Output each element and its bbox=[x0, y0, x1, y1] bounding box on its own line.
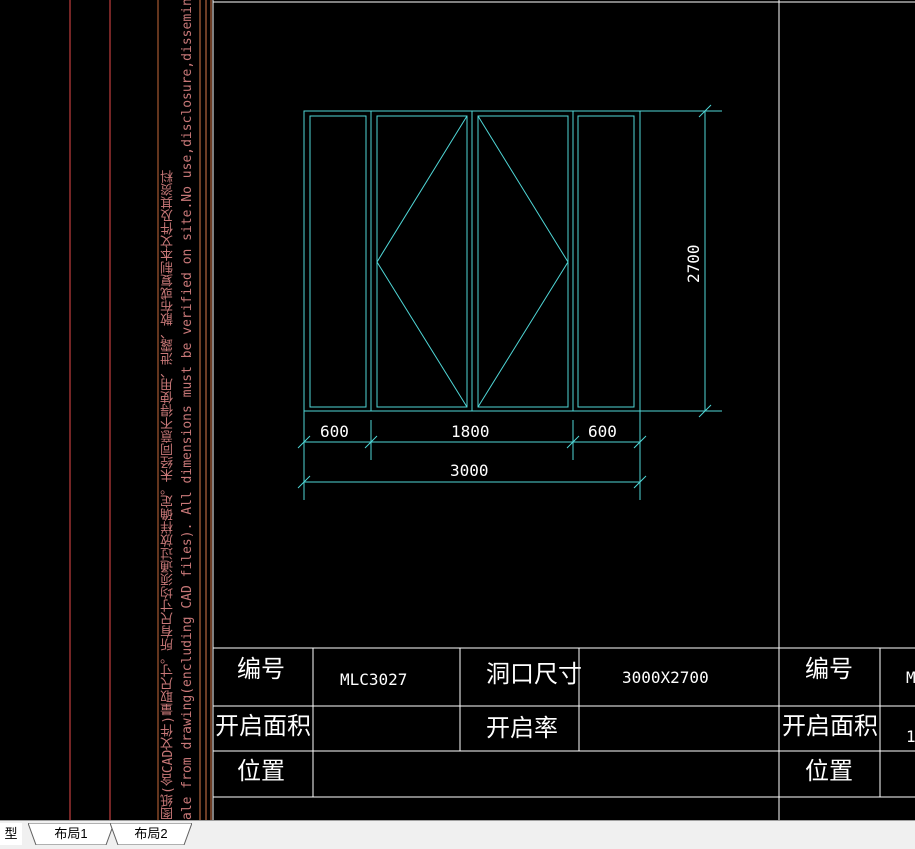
panel-right-inner bbox=[577, 115, 635, 408]
layout-tab-bar: 型 布局1 布局2 bbox=[0, 820, 915, 849]
table-label-number-2: 编号 bbox=[805, 655, 853, 683]
drawing-linework bbox=[69, 0, 915, 820]
panel-mid-right-outer bbox=[471, 110, 574, 412]
table-value-number-2: M bbox=[906, 668, 915, 687]
table-label-opening-size: 洞口尺寸 bbox=[486, 660, 582, 688]
table-label-location-2: 位置 bbox=[805, 757, 853, 785]
table-label-number: 编号 bbox=[237, 655, 285, 683]
dimension-lines bbox=[297, 104, 722, 500]
panel-mid-left-outer bbox=[370, 110, 473, 412]
opening-indicator-left bbox=[376, 115, 468, 408]
tab-layout2-label: 布局2 bbox=[134, 826, 168, 841]
side-note-english: ale from drawing(encluding CAD files). A… bbox=[180, 0, 195, 820]
table-value-opening-size: 3000X2700 bbox=[622, 668, 709, 687]
dimension-total: 3000 bbox=[450, 461, 489, 480]
cad-drawing-canvas[interactable]: 图纸(含CAD文件)量取尺寸。所有尺寸均须通过放样确定。未经同意不得使用、泄露、… bbox=[0, 0, 915, 820]
window-elevation bbox=[303, 110, 641, 412]
panel-left-inner bbox=[309, 115, 367, 408]
panel-left-outer bbox=[303, 110, 372, 412]
dimension-right: 600 bbox=[588, 422, 617, 441]
panel-right-outer bbox=[572, 110, 641, 412]
panel-mid-right-inner bbox=[477, 115, 569, 408]
tab-model-label: 型 bbox=[4, 826, 18, 841]
table-label-open-area-2: 开启面积 bbox=[782, 712, 878, 740]
dimension-height: 2700 bbox=[684, 244, 703, 283]
table-label-location: 位置 bbox=[237, 757, 285, 785]
tab-layout2[interactable]: 布局2 bbox=[110, 823, 192, 845]
panel-mid-left-inner bbox=[376, 115, 468, 408]
table-label-open-rate: 开启率 bbox=[486, 714, 558, 742]
opening-indicator-right bbox=[477, 115, 569, 408]
tab-layout1[interactable]: 布局1 bbox=[28, 823, 114, 845]
table-label-open-area: 开启面积 bbox=[215, 712, 311, 740]
table-value-number: MLC3027 bbox=[340, 670, 408, 689]
tab-model[interactable]: 型 bbox=[0, 823, 22, 845]
tab-layout1-label: 布局1 bbox=[54, 826, 88, 841]
dimension-middle: 1800 bbox=[451, 422, 490, 441]
table-value-open-area-2: 1 bbox=[906, 727, 915, 746]
dimension-left: 600 bbox=[320, 422, 349, 441]
side-note-chinese: 图纸(含CAD文件)量取尺寸。所有尺寸均须通过放样确定。未经同意不得使用、泄露、… bbox=[161, 169, 176, 820]
